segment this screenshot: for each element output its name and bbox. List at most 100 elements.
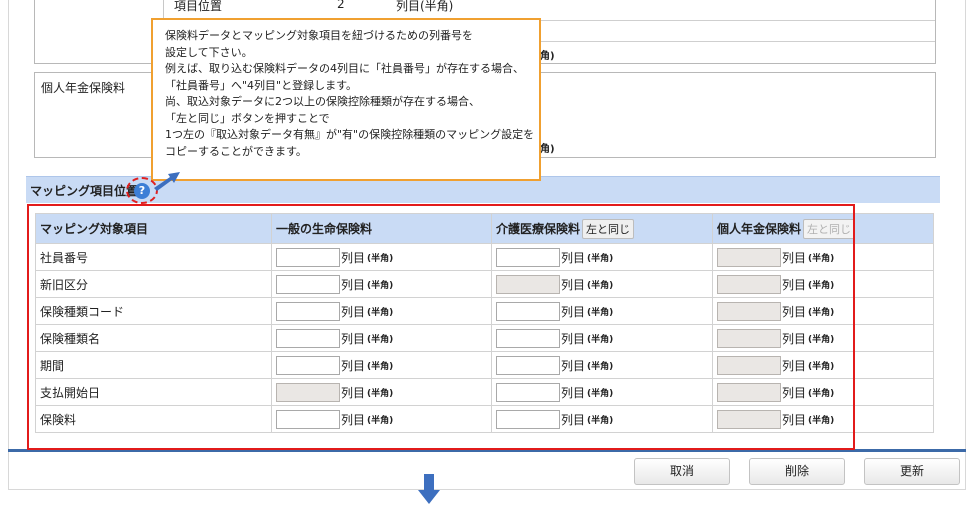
cell-general-life: 列目 (半角) — [271, 378, 492, 406]
unit-label: 列目 — [782, 358, 807, 373]
column-number-input-nursing-medical[interactable] — [496, 355, 560, 375]
pointer-arrow-icon — [154, 172, 180, 191]
half-width-label: (半角) — [808, 361, 835, 372]
half-width-label: (半角) — [367, 280, 394, 291]
delete-button[interactable]: 削除 — [749, 458, 845, 485]
cell-nursing-medical: 列目 (半角) — [491, 270, 713, 298]
half-width-label: (半角) — [367, 307, 394, 318]
cell-general-life: 列目 (半角) — [271, 405, 492, 433]
column-number-input-pension — [717, 247, 781, 267]
half-width-label: (半角) — [587, 307, 614, 318]
half-width-label: (半角) — [367, 253, 394, 264]
half-width-label: (半角) — [587, 280, 614, 291]
column-number-input-general-life[interactable] — [276, 355, 340, 375]
header-general-life: 一般の生命保険料 — [271, 213, 492, 244]
column-number-input-pension — [717, 409, 781, 429]
tooltip-line: 1つ左の『取込対象データ有無』が"有"の保険控除種類のマッピング設定を — [165, 128, 535, 141]
column-number-input-nursing-medical[interactable] — [496, 382, 560, 402]
table-row: 保険種類名 列目 (半角) 列目 (半角) 列目 (半角) — [35, 324, 934, 352]
unit-label: 列目 — [561, 331, 586, 346]
tooltip-line: 「左と同じ」ボタンを押すことで — [165, 111, 330, 125]
half-width-label: (半角) — [808, 415, 835, 426]
column-number-input-general-life[interactable] — [276, 247, 340, 267]
header-label: 個人年金保険料 — [717, 221, 802, 236]
same-as-left-button-pension[interactable]: 左と同じ — [803, 218, 856, 239]
mapping-table: マッピング対象項目 一般の生命保険料 介護医療保険料 左と同じ 個人年金保険料 左と… — [35, 213, 934, 433]
cell-pension: 列目 (半角) — [712, 243, 934, 271]
cell-nursing-medical: 列目 (半角) — [491, 351, 713, 379]
half-width-label: (半角) — [367, 415, 394, 426]
column-number-input-pension — [717, 382, 781, 402]
row-label: 支払開始日 — [35, 378, 272, 406]
pension-label: 個人年金保険料 — [41, 81, 126, 95]
tooltip-line: 「社員番号」へ"4列目"と登録します。 — [165, 78, 358, 92]
row-label: 保険料 — [35, 405, 272, 433]
row-label: 保険種類名 — [35, 324, 272, 352]
table-row: 期間 列目 (半角) 列目 (半角) 列目 (半角) — [35, 351, 934, 379]
unit-label: 列目 — [782, 250, 807, 265]
footer-divider — [8, 449, 966, 452]
column-number-input-general-life[interactable] — [276, 328, 340, 348]
row-label: 新旧区分 — [35, 270, 272, 298]
unit-label: 列目 — [782, 277, 807, 292]
unit-label: 列目 — [782, 304, 807, 319]
header-label: 介護医療保険料 — [496, 221, 581, 236]
same-as-left-button-nursing[interactable]: 左と同じ — [582, 218, 635, 239]
half-width-label: (半角) — [587, 388, 614, 399]
cell-general-life: 列目 (半角) — [271, 297, 492, 325]
column-number-input-nursing-medical[interactable] — [496, 247, 560, 267]
header-pension: 個人年金保険料 左と同じ — [712, 213, 934, 244]
half-width-label: (半角) — [808, 307, 835, 318]
column-number-input-nursing-medical[interactable] — [496, 328, 560, 348]
column-number-input-general-life[interactable] — [276, 409, 340, 429]
half-width-label: (半角) — [367, 388, 394, 399]
table-row: 社員番号 列目 (半角) 列目 (半角) 列目 (半角) — [35, 243, 934, 271]
unit-label: 列目 — [782, 385, 807, 400]
column-number-input-nursing-medical[interactable] — [496, 409, 560, 429]
tooltip-line: コピーすることができます。 — [165, 144, 307, 158]
column-number-input-nursing-medical — [496, 274, 560, 294]
unit-label: 列目 — [341, 358, 366, 373]
down-arrow-icon — [418, 474, 440, 504]
unit-label: 列目 — [782, 412, 807, 427]
unit-label: 列目 — [341, 385, 366, 400]
tooltip-line: 保険料データとマッピング対象項目を紐づけるための列番号を — [165, 29, 473, 42]
half-width-label: (半角) — [587, 334, 614, 345]
tooltip-line: 例えば、取り込む保険料データの4列目に「社員番号」が存在する場合、 — [165, 62, 524, 75]
tooltip-line: 尚、取込対象データに2つ以上の保険控除種類が存在する場合、 — [165, 95, 480, 108]
header-mapping-item: マッピング対象項目 — [35, 213, 272, 244]
cell-nursing-medical: 列目 (半角) — [491, 405, 713, 433]
header-nursing-medical: 介護医療保険料 左と同じ — [491, 213, 713, 244]
unit-label: 列目 — [561, 385, 586, 400]
half-width-label: (半角) — [808, 253, 835, 264]
cell-pension: 列目 (半角) — [712, 378, 934, 406]
unit-label: 列目 — [561, 250, 586, 265]
half-width-label: (半角) — [367, 334, 394, 345]
column-number-input-pension — [717, 274, 781, 294]
half-width-label: (半角) — [587, 253, 614, 264]
question-circle-icon[interactable]: ? — [134, 183, 150, 199]
cell-nursing-medical: 列目 (半角) — [491, 243, 713, 271]
column-number-input-general-life — [276, 382, 340, 402]
row-label: 期間 — [35, 351, 272, 379]
table-row: 保険料 列目 (半角) 列目 (半角) 列目 (半角) — [35, 405, 934, 433]
column-number-input-general-life[interactable] — [276, 274, 340, 294]
cell-pension: 列目 (半角) — [712, 270, 934, 298]
column-number-input-pension — [717, 355, 781, 375]
column-number-input-nursing-medical[interactable] — [496, 301, 560, 321]
top-row-value: 2 — [337, 0, 345, 11]
column-number-input-pension — [717, 328, 781, 348]
pension-partial-half-width: 角) — [540, 144, 555, 155]
top-row-label: 項目位置 — [174, 0, 223, 13]
top-row-unit: 列目(半角) — [396, 0, 454, 13]
update-button[interactable]: 更新 — [864, 458, 960, 485]
unit-label: 列目 — [561, 412, 586, 427]
cancel-button[interactable]: 取消 — [634, 458, 730, 485]
row-label: 保険種類コード — [35, 297, 272, 325]
unit-label: 列目 — [561, 304, 586, 319]
half-width-label: (半角) — [808, 334, 835, 345]
help-tooltip: 保険料データとマッピング対象項目を紐づけるための列番号を 設定して下さい。 例え… — [151, 18, 541, 181]
column-number-input-general-life[interactable] — [276, 301, 340, 321]
cell-general-life: 列目 (半角) — [271, 351, 492, 379]
cell-nursing-medical: 列目 (半角) — [491, 324, 713, 352]
